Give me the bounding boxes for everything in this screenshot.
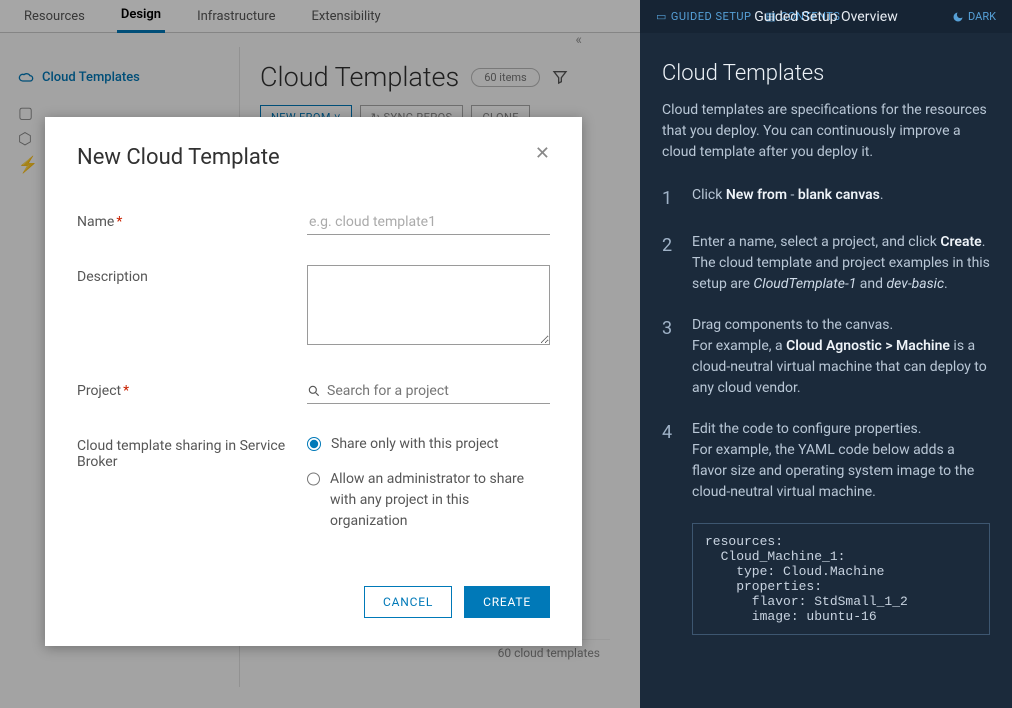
guided-title: Guided Setup Overview — [754, 9, 897, 25]
guide-intro: Cloud templates are specifications for t… — [662, 100, 990, 163]
guide-steps: 1 Click New from - blank canvas. 2 Enter… — [662, 185, 990, 503]
project-field[interactable] — [325, 379, 550, 403]
cancel-button[interactable]: CANCEL — [364, 586, 452, 618]
step-3: 3 Drag components to the canvas.For exam… — [662, 315, 990, 399]
guided-setup-link[interactable]: ▭ GUIDED SETUP — [656, 10, 751, 23]
create-button[interactable]: CREATE — [464, 586, 550, 618]
search-icon — [307, 384, 321, 398]
guide-heading: Cloud Templates — [662, 61, 990, 86]
radio-allow-admin-input[interactable] — [307, 472, 320, 486]
label-sharing: Cloud template sharing in Service Broker — [77, 434, 307, 470]
new-cloud-template-modal: New Cloud Template ✕ Name* Description P… — [45, 117, 582, 646]
project-search-wrap[interactable] — [307, 379, 550, 404]
moon-icon — [952, 11, 964, 23]
label-name: Name* — [77, 210, 307, 230]
code-block: resources: Cloud_Machine_1: type: Cloud.… — [692, 523, 990, 635]
step-4: 4 Edit the code to configure properties.… — [662, 419, 990, 503]
step-2: 2 Enter a name, select a project, and cl… — [662, 232, 990, 295]
guided-panel-header: ▭ GUIDED SETUP ▤ CONTENTS Guided Setup O… — [640, 0, 1012, 33]
description-field[interactable] — [307, 265, 550, 345]
label-project: Project* — [77, 379, 307, 399]
modal-title: New Cloud Template — [77, 145, 280, 170]
dark-toggle[interactable]: DARK — [952, 10, 996, 23]
guided-panel: ▭ GUIDED SETUP ▤ CONTENTS Guided Setup O… — [640, 0, 1012, 708]
close-icon[interactable]: ✕ — [535, 145, 550, 163]
step-1: 1 Click New from - blank canvas. — [662, 185, 990, 212]
name-field[interactable] — [307, 210, 550, 235]
radio-share-only[interactable]: Share only with this project — [307, 434, 550, 455]
radio-share-only-input[interactable] — [307, 437, 321, 451]
radio-allow-admin[interactable]: Allow an administrator to share with any… — [307, 469, 550, 532]
label-description: Description — [77, 265, 307, 285]
